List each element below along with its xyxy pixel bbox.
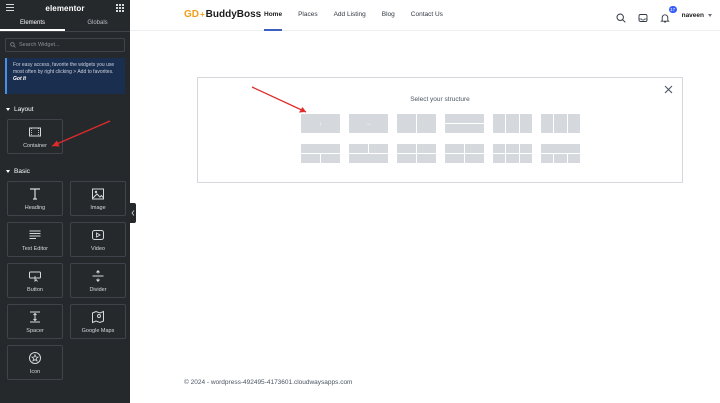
preset-flex-column[interactable]: ↓: [301, 114, 340, 133]
widget-label: Divider: [89, 286, 107, 293]
widgets-grid-icon[interactable]: [116, 4, 124, 12]
widget-label: Heading: [24, 204, 46, 211]
header-inbox-button[interactable]: [638, 10, 650, 22]
widget-label: Button: [27, 286, 43, 293]
arrow-down-icon: ↓: [319, 120, 322, 127]
site-footer-text: © 2024 - wordpress-492495-4173601.cloudw…: [184, 379, 353, 386]
section-layout-toggle[interactable]: Layout: [0, 104, 130, 114]
text-editor-icon: [29, 230, 41, 239]
panel-tabs: Elements Globals: [0, 16, 130, 32]
preset-grid-mixed[interactable]: [541, 144, 580, 163]
tab-globals[interactable]: Globals: [65, 16, 130, 31]
structure-selector: Select your structure ↓ →: [197, 77, 683, 183]
spacer-icon: [30, 311, 40, 322]
widget-spacer[interactable]: Spacer: [7, 304, 63, 339]
widget-heading[interactable]: Heading: [7, 181, 63, 216]
preset-flex-row[interactable]: →: [349, 114, 388, 133]
header-actions: 17 naveen: [616, 0, 720, 31]
search-icon: [616, 12, 626, 23]
elementor-panel: elementor Elements Globals For easy acce…: [0, 0, 130, 403]
widget-divider[interactable]: Divider: [70, 263, 126, 298]
image-icon: [92, 188, 104, 199]
video-icon: [92, 229, 104, 240]
preset-grid-2x3[interactable]: [493, 144, 532, 163]
preset-three-columns[interactable]: [493, 114, 532, 133]
widget-google-maps[interactable]: Google Maps: [70, 304, 126, 339]
preset-side-grid-left[interactable]: [397, 144, 436, 163]
header-notifications-button[interactable]: 17: [659, 5, 677, 22]
section-layout-title: Layout: [14, 105, 34, 113]
inbox-icon: [638, 13, 648, 22]
logo-part-gd: GD: [184, 9, 199, 20]
logo-plus: +: [200, 10, 205, 19]
favorites-notice: For easy access, favorite the widgets yo…: [5, 58, 125, 94]
elementor-logo: elementor: [45, 3, 85, 13]
arrow-right-icon: →: [365, 120, 372, 127]
search-widget-input[interactable]: [19, 42, 119, 48]
preset-grid-2x2[interactable]: [445, 144, 484, 163]
widget-label: Image: [90, 204, 106, 211]
google-maps-icon: [92, 310, 104, 323]
favorites-notice-text: For easy access, favorite the widgets yo…: [13, 62, 115, 75]
chevron-left-icon: [131, 210, 135, 216]
tab-elements[interactable]: Elements: [0, 16, 65, 31]
preset-row-then-two[interactable]: [301, 144, 340, 163]
notification-count-badge: 17: [668, 5, 677, 13]
chevron-down-icon[interactable]: [708, 14, 712, 17]
widget-label: Container: [23, 142, 47, 149]
widget-label: Google Maps: [81, 327, 115, 334]
hamburger-menu-icon[interactable]: [6, 4, 14, 11]
main-nav: Home Places Add Listing Blog Contact Us: [264, 0, 459, 31]
nav-home[interactable]: Home: [264, 0, 283, 31]
bell-icon: [659, 13, 670, 22]
widget-label: Text Editor: [22, 245, 48, 252]
widget-image[interactable]: Image: [70, 181, 126, 216]
widget-button[interactable]: Button: [7, 263, 63, 298]
widget-label: Spacer: [26, 327, 44, 334]
search-widget-box: [5, 38, 125, 52]
container-icon: [29, 127, 41, 136]
nav-contact-us[interactable]: Contact Us: [411, 0, 443, 31]
heading-icon: [30, 187, 40, 200]
nav-add-listing[interactable]: Add Listing: [334, 0, 366, 31]
preset-two-rows[interactable]: [445, 114, 484, 133]
section-basic-toggle[interactable]: Basic: [0, 166, 130, 176]
widget-container[interactable]: Container: [7, 119, 63, 154]
search-icon: [10, 42, 16, 48]
button-icon: [29, 271, 41, 282]
widget-label: Video: [91, 245, 105, 252]
divider-icon: [92, 269, 104, 282]
site-header: GD+BuddyBoss Home Places Add Listing Blo…: [130, 0, 720, 31]
panel-collapse-button[interactable]: [130, 203, 136, 223]
widget-video[interactable]: Video: [70, 222, 126, 257]
caret-down-icon: [6, 169, 10, 173]
caret-down-icon: [6, 107, 10, 111]
structure-title: Select your structure: [410, 96, 470, 103]
logo-part-buddyboss: BuddyBoss: [205, 9, 262, 20]
widget-text-editor[interactable]: Text Editor: [7, 222, 63, 257]
site-logo[interactable]: GD+BuddyBoss: [184, 9, 261, 20]
panel-header: elementor: [0, 0, 130, 16]
section-basic-title: Basic: [14, 167, 30, 175]
widget-label: Icon: [29, 368, 41, 375]
preset-three-columns-b[interactable]: [541, 114, 580, 133]
got-it-link[interactable]: Got It: [13, 76, 26, 82]
nav-places[interactable]: Places: [298, 0, 318, 31]
header-search-button[interactable]: [616, 10, 628, 23]
widget-icon[interactable]: Icon: [7, 345, 63, 380]
user-menu[interactable]: naveen: [682, 12, 704, 19]
nav-blog[interactable]: Blog: [382, 0, 395, 31]
preset-two-then-row[interactable]: [349, 144, 388, 163]
star-icon: [29, 351, 41, 364]
preset-two-columns[interactable]: [397, 114, 436, 133]
close-icon[interactable]: [664, 85, 673, 94]
